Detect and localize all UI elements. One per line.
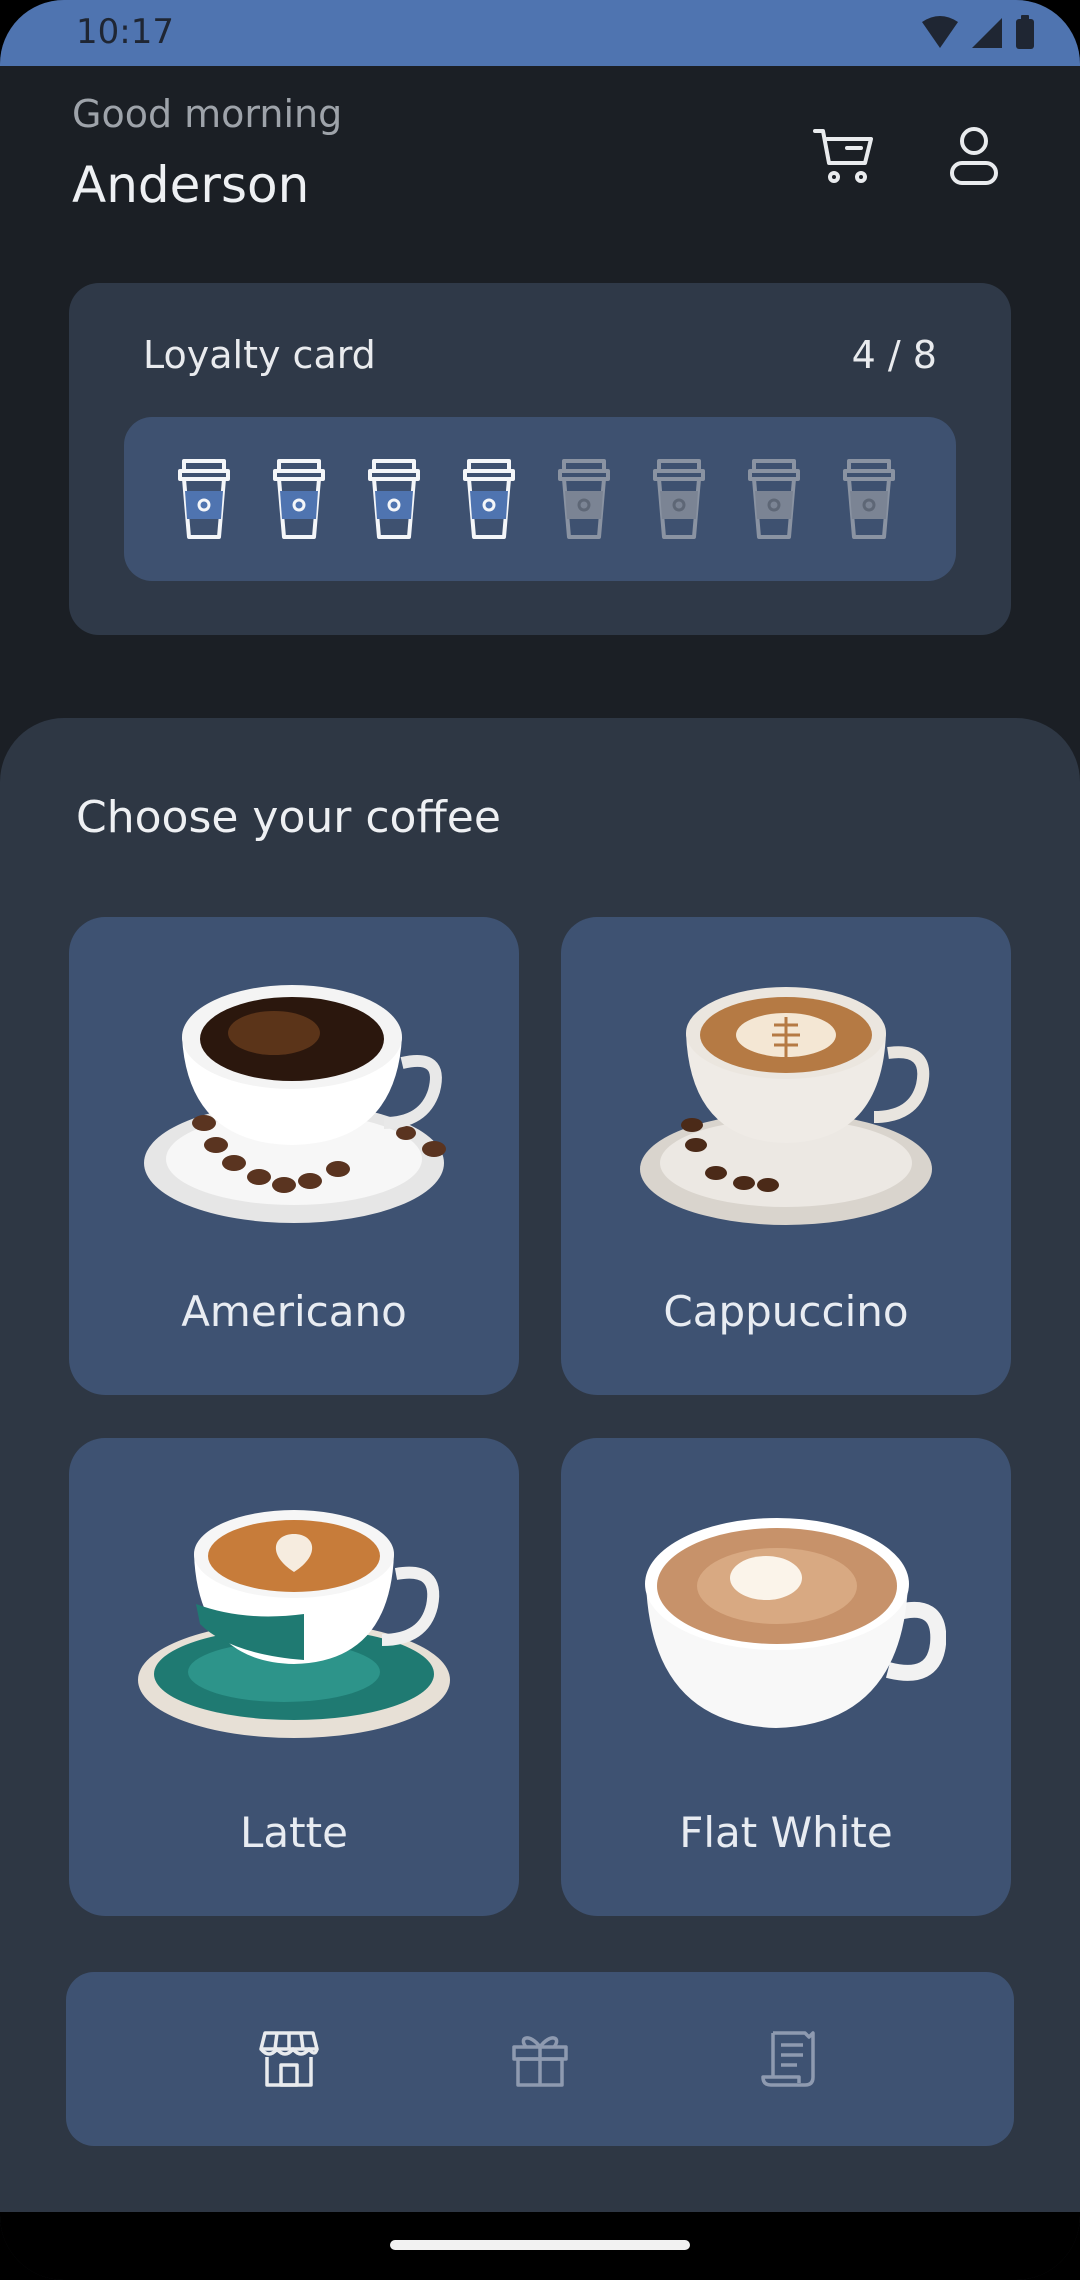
coffee-label: Cappuccino [663,1287,909,1336]
user-name: Anderson [72,156,310,214]
receipt-icon [761,2031,815,2087]
stamp-filled [273,459,325,539]
profile-icon [950,127,998,185]
stamp-empty [653,459,705,539]
coffee-label: Flat White [679,1808,893,1857]
stamp-filled [463,459,515,539]
status-time: 10:17 [76,12,174,52]
flat-white-cup-image [645,1518,946,1728]
cart-icon [813,129,873,183]
section-title: Choose your coffee [76,792,501,843]
loyalty-count: 4 / 8 [851,333,937,377]
battery-icon [1016,15,1034,49]
coffee-card-latte[interactable]: Latte [69,1438,519,1916]
bottom-navigation [66,1972,1014,2146]
profile-button[interactable] [936,118,1012,194]
gift-icon [512,2036,568,2087]
coffee-card-cappuccino[interactable]: Cappuccino [561,917,1011,1395]
stamp-filled [368,459,420,539]
app-screen: 10:17 Good morning Anderson Loyalty card… [0,0,1080,2280]
coffee-card-americano[interactable]: Americano [69,917,519,1395]
latte-cup-image [138,1510,450,1738]
nav-orders[interactable] [746,2014,836,2104]
americano-cup-image [144,985,446,1223]
status-icons [920,14,1036,50]
stamp-filled [178,459,230,539]
nav-rewards[interactable] [495,2014,585,2104]
stamp-empty [748,459,800,539]
stamp-empty [558,459,610,539]
signal-icon [972,18,1002,48]
status-bar: 10:17 [0,0,1080,66]
greeting-text: Good morning [72,92,343,136]
coffee-label: Americano [181,1287,407,1336]
cart-button[interactable] [806,118,882,194]
stamp-tray [124,417,956,581]
coffee-label: Latte [240,1808,348,1857]
loyalty-title: Loyalty card [143,333,376,377]
coffee-card-flat-white[interactable]: Flat White [561,1438,1011,1916]
store-icon [259,2031,319,2087]
home-indicator[interactable] [390,2240,690,2250]
stamp-empty [843,459,895,539]
cappuccino-cup-image [640,987,932,1225]
nav-store[interactable] [244,2014,334,2104]
wifi-icon [922,16,958,48]
loyalty-card: Loyalty card 4 / 8 [69,283,1011,635]
